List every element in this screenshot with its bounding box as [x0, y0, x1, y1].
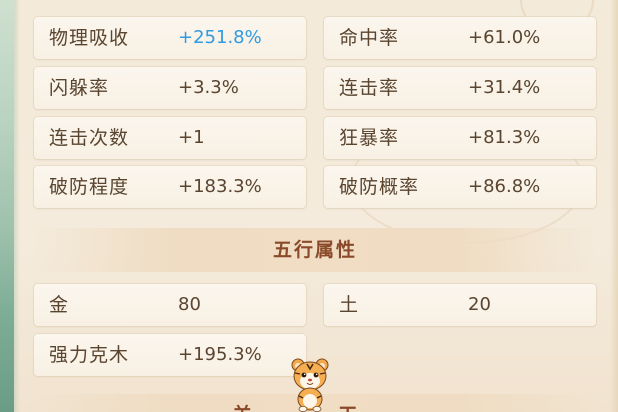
element-value: 80: [178, 294, 201, 315]
element-value: 20: [468, 294, 491, 315]
attr-label: 闪躲率: [49, 77, 110, 99]
left-decorative-border: [0, 0, 20, 412]
attr-row-hit-rate: 命中率 +61.0%: [324, 17, 596, 59]
attr-value: +61.0%: [468, 27, 541, 48]
attr-value: +1: [178, 127, 205, 148]
attr-label: 连击率: [339, 77, 400, 99]
attr-label: 连击次数: [49, 127, 130, 149]
attr-label: 狂暴率: [339, 127, 400, 149]
attr-value: +183.3%: [178, 176, 262, 197]
element-row-metal: 金 80: [34, 284, 306, 326]
attr-row-physical-absorb: 物理吸收 +251.8%: [34, 17, 306, 59]
attr-row-dodge-rate: 闪躲率 +3.3%: [34, 67, 306, 109]
attr-value: +251.8%: [178, 27, 262, 48]
attr-row-combo-count: 连击次数 +1: [34, 117, 306, 159]
attr-row-combo-rate: 连击率 +31.4%: [324, 67, 596, 109]
attr-row-armor-break-degree: 破防程度 +183.3%: [34, 166, 306, 208]
attr-label: 物理吸收: [49, 27, 130, 49]
attr-row-berserk-rate: 狂暴率 +81.3%: [324, 117, 596, 159]
attr-value: +31.4%: [468, 77, 541, 98]
attr-label: 破防概率: [339, 176, 420, 198]
element-label: 土: [339, 294, 360, 316]
attr-value: +86.8%: [468, 176, 541, 197]
attr-row-armor-break-chance: 破防概率 +86.8%: [324, 166, 596, 208]
element-row-earth: 土 20: [324, 284, 596, 326]
attr-value: +81.3%: [468, 127, 541, 148]
element-value: +195.3%: [178, 344, 262, 365]
element-label: 金: [49, 294, 70, 316]
section-title: 五行属性: [272, 239, 357, 261]
right-decorative-border: [610, 0, 618, 412]
element-label: 强力克木: [49, 344, 130, 366]
attr-label: 破防程度: [49, 176, 130, 198]
attr-label: 命中率: [339, 27, 400, 49]
attr-value: +3.3%: [178, 77, 239, 98]
five-elements-header: 五行属性: [34, 228, 596, 272]
element-row-strong-vs-wood: 强力克木 +195.3%: [34, 334, 306, 376]
tiger-mascot-icon: [291, 358, 329, 412]
